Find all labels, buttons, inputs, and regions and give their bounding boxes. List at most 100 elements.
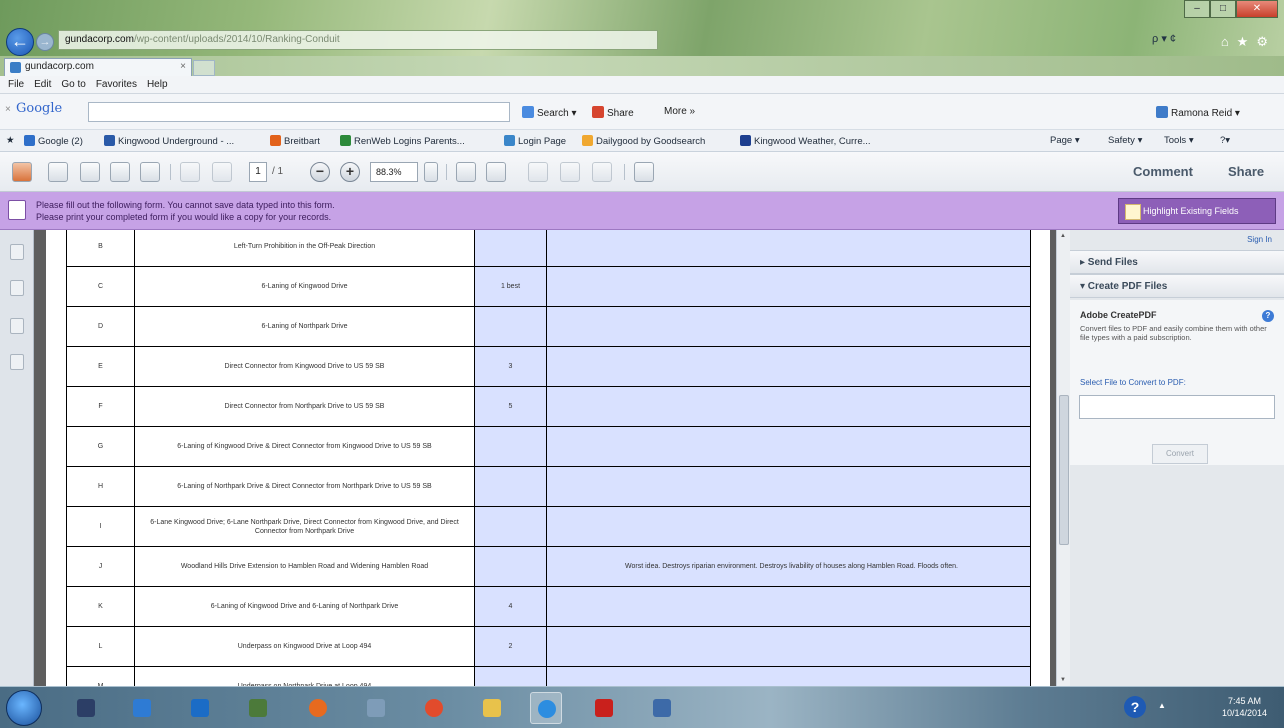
taskbar-chrome[interactable] [418,692,450,724]
start-button[interactable] [6,690,42,726]
settings-icon[interactable] [48,162,68,182]
comment-field[interactable] [546,626,1031,667]
help-tray-icon[interactable]: ? [1124,696,1146,718]
minimize-button[interactable]: – [1184,0,1210,18]
rank-field[interactable] [474,546,547,587]
forward-button[interactable]: → [36,33,54,51]
address-bar[interactable]: gundacorp.com/wp-content/uploads/2014/10… [58,30,658,50]
rank-field[interactable]: 3 [474,346,547,387]
comment-field[interactable] [546,506,1031,547]
taskbar-search[interactable] [126,692,158,724]
page-thumbnails-icon[interactable] [10,244,24,260]
rank-field[interactable]: 5 [474,386,547,427]
taskbar-network[interactable] [646,692,678,724]
bookmarks-icon[interactable] [10,318,24,334]
rank-field[interactable]: 4 [474,586,547,627]
convert-button[interactable]: Convert [1152,444,1208,464]
favorites-star-icon[interactable]: ★ [6,135,15,146]
rank-field[interactable] [474,426,547,467]
menu-file[interactable]: File [8,79,24,90]
fit-width-icon[interactable] [486,162,506,182]
comment-field[interactable] [546,426,1031,467]
create-pdf-section[interactable]: ▾ Create PDF Files [1070,274,1284,298]
page-number-input[interactable]: 1 [249,162,267,182]
tab-gundacorp[interactable]: gundacorp.com × [4,58,192,76]
rank-field[interactable] [474,666,547,686]
maximize-button[interactable]: □ [1210,0,1236,18]
rank-field[interactable] [474,466,547,507]
share-button[interactable]: Share [1228,164,1264,179]
rank-field[interactable]: 1 best [474,266,547,307]
rank-field[interactable] [474,506,547,547]
taskbar-internet-explorer[interactable] [530,692,562,724]
fav-google[interactable]: Google (2) [24,135,83,147]
taskbar-outlook[interactable] [184,692,216,724]
tab-close-icon[interactable]: × [180,61,186,72]
taskbar-firefox[interactable] [302,692,334,724]
full-screen-icon[interactable] [634,162,654,182]
google-more-button[interactable]: More » [664,106,695,117]
comment-field[interactable] [546,586,1031,627]
google-toolbar-close-icon[interactable]: × [5,104,11,115]
google-search-input[interactable] [88,102,510,122]
sign-in-link[interactable]: Sign In [1247,235,1272,244]
back-button[interactable]: ← [6,28,34,56]
new-tab-button[interactable] [193,60,215,76]
fav-kingwood-weather[interactable]: Kingwood Weather, Curre... [740,135,871,147]
comment-field[interactable] [546,230,1031,267]
clock[interactable]: 7:45 AM 10/14/2014 [1222,695,1267,719]
comment-field[interactable] [546,466,1031,507]
rank-field[interactable] [474,230,547,267]
email-icon[interactable] [140,162,160,182]
comment-field[interactable] [546,666,1031,686]
fav-renweb[interactable]: RenWeb Logins Parents... [340,135,465,147]
send-files-section[interactable]: ▸ Send Files [1070,250,1284,274]
taskbar-explorer[interactable] [70,692,102,724]
previous-page-icon[interactable] [180,162,200,182]
google-search-button[interactable]: Search ▾ [522,106,576,119]
show-hidden-icons-icon[interactable]: ▲ [1158,701,1166,710]
zoom-dropdown-icon[interactable] [424,162,438,182]
scroll-down-icon[interactable]: ▼ [1060,677,1066,683]
menu-goto[interactable]: Go to [61,79,85,90]
next-page-icon[interactable] [212,162,232,182]
zoom-in-icon[interactable]: + [340,162,360,182]
rank-field[interactable]: 2 [474,626,547,667]
attachments-icon[interactable] [10,280,24,296]
select-file-link[interactable]: Select File to Convert to PDF: [1080,378,1186,387]
command-page[interactable]: Page ▾ [1050,135,1080,146]
fav-login-page[interactable]: Login Page [504,135,566,147]
fit-page-icon[interactable] [456,162,476,182]
comment-tool-icon[interactable] [592,162,612,182]
rank-field[interactable] [474,306,547,347]
menu-edit[interactable]: Edit [34,79,51,90]
address-search-controls[interactable]: ρ ▾ ¢ [1152,32,1176,45]
comment-field[interactable]: Worst idea. Destroys riparian environmen… [546,546,1031,587]
close-window-button[interactable]: ✕ [1236,0,1278,18]
highlight-fields-button[interactable]: Highlight Existing Fields [1118,198,1276,224]
taskbar-camera[interactable] [242,692,274,724]
signatures-icon[interactable] [10,354,24,370]
menu-favorites[interactable]: Favorites [96,79,137,90]
print-icon[interactable] [110,162,130,182]
scrollbar-thumb[interactable] [1059,395,1069,545]
save-icon[interactable] [80,162,100,182]
fav-kingwood-underground[interactable]: Kingwood Underground - ... [104,135,234,147]
home-favorites-tools-icons[interactable]: ⌂★⚙ [1221,34,1276,50]
document-scrollbar[interactable]: ▲ ▼ [1056,230,1070,686]
help-dropdown-icon[interactable]: ?▾ [1220,135,1230,146]
google-share-button[interactable]: Share [592,106,634,119]
zoom-out-icon[interactable]: − [310,162,330,182]
comment-field[interactable] [546,346,1031,387]
comment-field[interactable] [546,306,1031,347]
menu-help[interactable]: Help [147,79,168,90]
comment-field[interactable] [546,266,1031,307]
file-select-input[interactable] [1079,395,1275,419]
command-safety[interactable]: Safety ▾ [1108,135,1142,146]
help-icon[interactable]: ? [1262,310,1274,322]
command-tools[interactable]: Tools ▾ [1164,135,1194,146]
scroll-up-icon[interactable]: ▲ [1060,233,1066,239]
zoom-level-select[interactable]: 88.3% [370,162,418,182]
comment-button[interactable]: Comment [1133,164,1193,179]
taskbar-folders[interactable] [476,692,508,724]
